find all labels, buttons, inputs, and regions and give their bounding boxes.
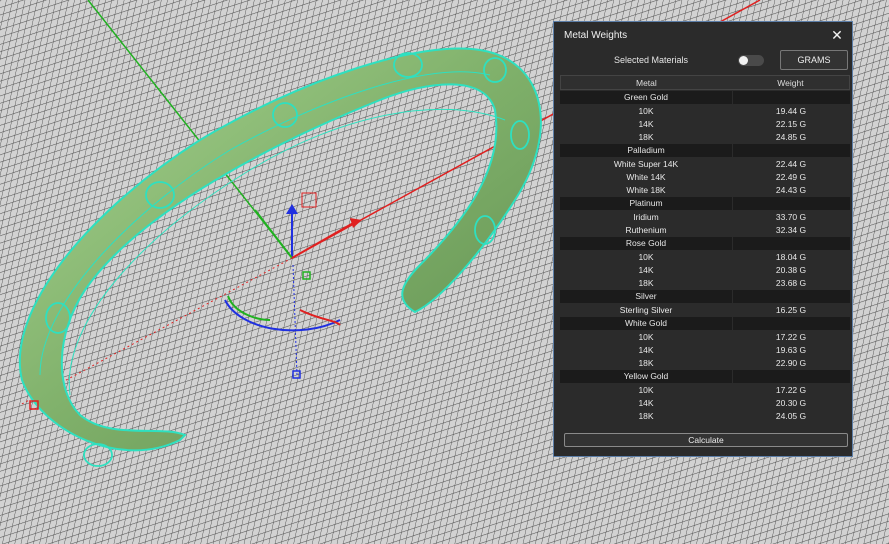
metal-cell: Iridium	[633, 211, 659, 222]
metal-cell: 10K	[638, 251, 654, 262]
weight-cell: 22.15 G	[775, 118, 807, 129]
metal-cell: 14K	[638, 344, 654, 355]
metal-cell: 10K	[638, 384, 654, 395]
group-name: Yellow Gold	[560, 370, 732, 383]
metal-cell: 14K	[638, 264, 654, 275]
metal-cell: 14K	[638, 118, 654, 129]
group-weight-cell	[733, 197, 850, 210]
metal-cell: 18K	[638, 410, 654, 421]
close-icon[interactable]: ✕	[830, 27, 844, 43]
group-name: Silver	[560, 290, 732, 303]
metal-cell: 14K	[638, 397, 654, 408]
metal-cell: White Super 14K	[613, 158, 679, 169]
column-header-weight[interactable]: Weight	[732, 78, 849, 88]
calculate-button[interactable]: Calculate	[564, 433, 848, 447]
column-header-metal[interactable]: Metal	[561, 78, 732, 88]
metal-cell: Sterling Silver	[619, 304, 673, 315]
table-row: 14K 20.38 G	[560, 263, 850, 276]
table-row: 18K 22.90 G	[560, 356, 850, 369]
weight-cell: 17.22 G	[775, 331, 807, 342]
table-row: 14K 22.15 G	[560, 117, 850, 130]
metal-cell: 18K	[638, 357, 654, 368]
metal-cell: 10K	[638, 331, 654, 342]
table-row: White 18K 24.43 G	[560, 183, 850, 196]
group-row: Silver	[560, 290, 850, 303]
weight-cell: 20.30 G	[775, 397, 807, 408]
group-weight-cell	[733, 144, 850, 157]
group-row: Rose Gold	[560, 237, 850, 250]
group-weight-cell	[733, 317, 850, 330]
table-row: Iridium 33.70 G	[560, 210, 850, 223]
weight-cell: 24.85 G	[775, 131, 807, 142]
panel-title: Metal Weights	[564, 29, 628, 41]
group-row: Green Gold	[560, 91, 850, 104]
group-row: Yellow Gold	[560, 370, 850, 383]
table-row: 10K 18.04 G	[560, 250, 850, 263]
weight-cell: 22.44 G	[775, 158, 807, 169]
table-row: 14K 19.63 G	[560, 343, 850, 356]
table-row: 18K 23.68 G	[560, 276, 850, 289]
table-row: 18K 24.85 G	[560, 130, 850, 143]
table-row: 10K 19.44 G	[560, 104, 850, 117]
weight-cell: 18.04 G	[775, 251, 807, 262]
weight-cell: 22.90 G	[775, 357, 807, 368]
table-row: 10K 17.22 G	[560, 330, 850, 343]
group-row: Platinum	[560, 197, 850, 210]
panel-controls: Selected Materials GRAMS	[554, 48, 852, 72]
weight-cell: 24.43 G	[775, 184, 807, 195]
table-row: White Super 14K 22.44 G	[560, 157, 850, 170]
metal-weights-panel: Metal Weights ✕ Selected Materials GRAMS…	[553, 21, 853, 457]
weight-cell: 20.38 G	[775, 264, 807, 275]
group-row: Palladium	[560, 144, 850, 157]
group-weight-cell	[733, 237, 850, 250]
units-button[interactable]: GRAMS	[780, 50, 848, 70]
group-weight-cell	[733, 91, 850, 104]
weight-cell: 32.34 G	[775, 224, 807, 235]
table-body: Green Gold 10K 19.44 G 14K 22.15 G 18K 24.85 G…	[560, 91, 850, 422]
table-row: Sterling Silver 16.25 G	[560, 303, 850, 316]
table-row: 10K 17.22 G	[560, 383, 850, 396]
weight-cell: 19.44 G	[775, 105, 807, 116]
metal-cell: 10K	[638, 105, 654, 116]
group-name: Rose Gold	[560, 237, 732, 250]
group-name: Platinum	[560, 197, 732, 210]
toggle-knob	[739, 55, 749, 65]
metal-cell: Ruthenium	[625, 224, 667, 235]
group-weight-cell	[733, 290, 850, 303]
metal-cell: White 18K	[626, 184, 666, 195]
table-row: 18K 24.05 G	[560, 409, 850, 422]
weight-cell: 23.68 G	[775, 277, 807, 288]
group-name: Palladium	[560, 144, 732, 157]
group-name: White Gold	[560, 317, 732, 330]
weight-cell: 22.49 G	[775, 171, 807, 182]
table-row: White 14K 22.49 G	[560, 170, 850, 183]
metal-cell: 18K	[638, 131, 654, 142]
weight-cell: 24.05 G	[775, 410, 807, 421]
weights-table: Metal Weight Green Gold 10K 19.44 G 14K 22.1…	[560, 75, 850, 422]
metal-cell: White 14K	[626, 171, 666, 182]
selected-materials-toggle[interactable]	[738, 54, 765, 66]
panel-titlebar[interactable]: Metal Weights ✕	[554, 22, 852, 48]
selected-materials-label: Selected Materials	[614, 55, 689, 65]
table-header: Metal Weight	[560, 75, 850, 90]
weight-cell: 19.63 G	[775, 344, 807, 355]
group-row: White Gold	[560, 317, 850, 330]
table-row: Ruthenium 32.34 G	[560, 223, 850, 236]
metal-cell: 18K	[638, 277, 654, 288]
group-weight-cell	[733, 370, 850, 383]
weight-cell: 17.22 G	[775, 384, 807, 395]
table-row: 14K 20.30 G	[560, 396, 850, 409]
group-name: Green Gold	[560, 91, 732, 104]
weight-cell: 16.25 G	[775, 304, 807, 315]
weight-cell: 33.70 G	[775, 211, 807, 222]
